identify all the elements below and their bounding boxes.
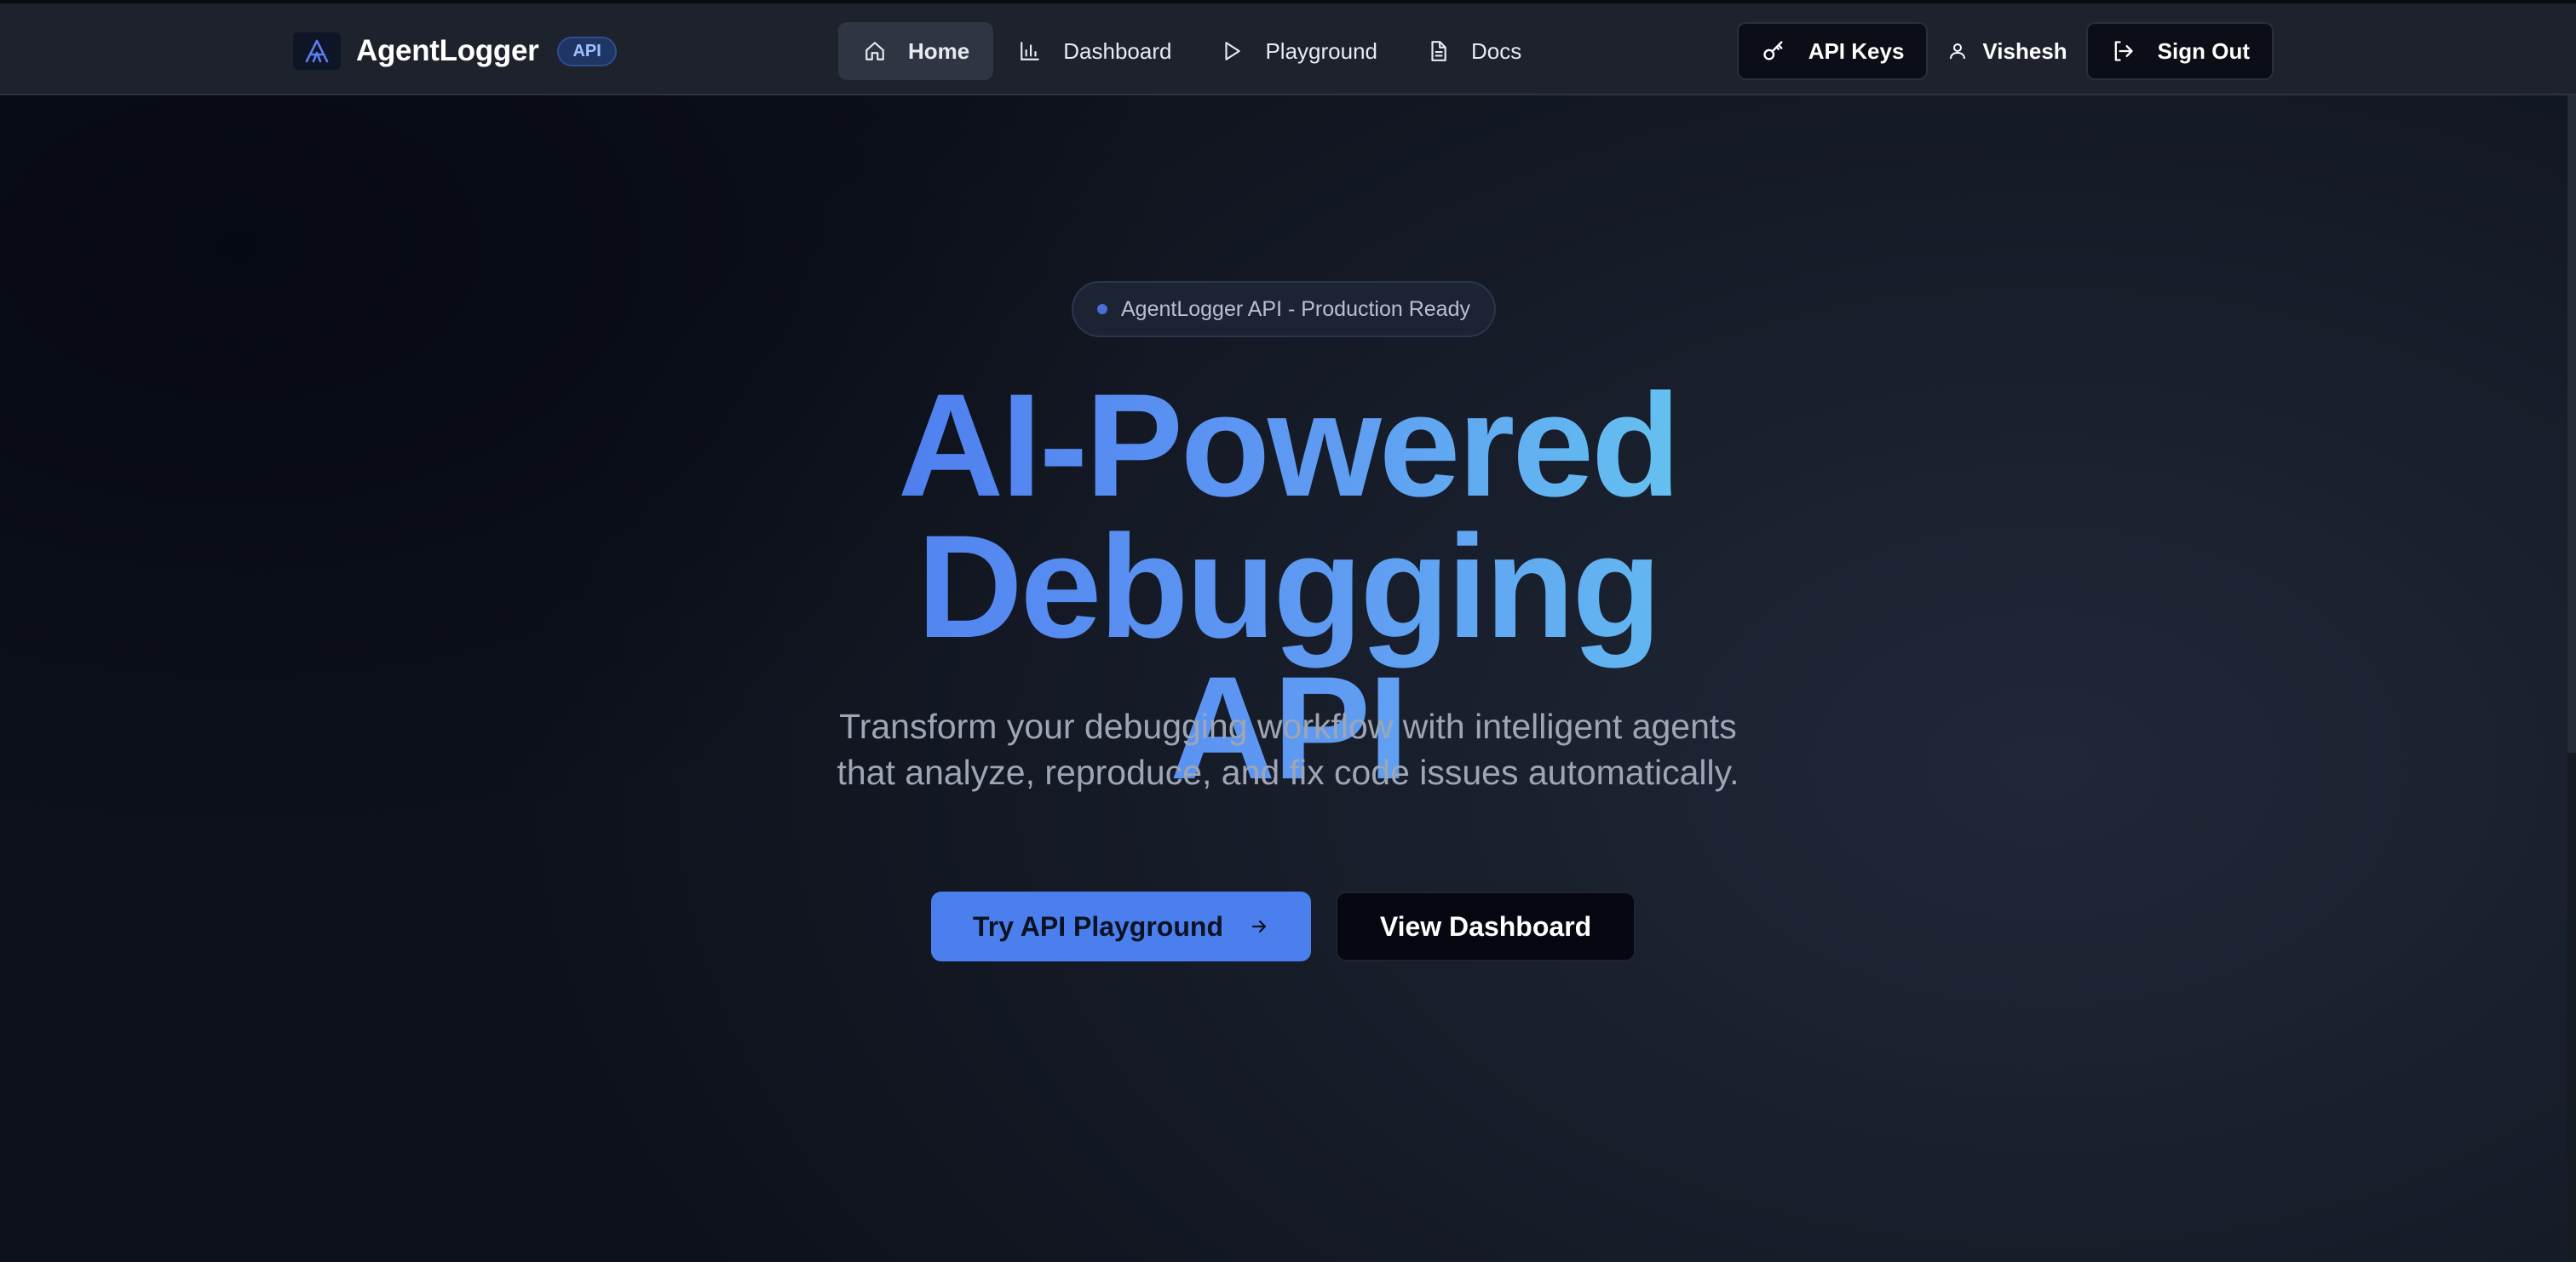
nav-item-dashboard[interactable]: Dashboard — [993, 22, 1195, 80]
main-nav: Home Dashboard Playground Docs — [838, 22, 1545, 80]
nav-label-docs: Docs — [1471, 37, 1522, 64]
view-dashboard-button[interactable]: View Dashboard — [1336, 892, 1636, 961]
nav-item-home[interactable]: Home — [838, 22, 994, 80]
status-pill-text: AgentLogger API - Production Ready — [1121, 296, 1470, 321]
try-playground-label: Try API Playground — [973, 910, 1223, 942]
play-icon — [1219, 38, 1245, 64]
app-page: AgentLogger API Home Dashboard Playgroun… — [0, 0, 2576, 1262]
brand-name: AgentLogger — [356, 34, 539, 67]
header-actions: API Keys Vishesh Sign Out — [1736, 22, 2274, 80]
view-dashboard-label: View Dashboard — [1379, 910, 1592, 942]
hero-subtitle-line1: Transform your debugging workflow with i… — [839, 707, 1737, 746]
user-icon — [1946, 40, 1969, 62]
sign-out-button[interactable]: Sign Out — [2085, 22, 2274, 80]
hero-subtitle: Transform your debugging workflow with i… — [0, 703, 2576, 795]
nav-item-docs[interactable]: Docs — [1401, 22, 1545, 80]
sign-out-label: Sign Out — [2157, 37, 2250, 64]
nav-label-playground: Playground — [1265, 37, 1377, 64]
bar-chart-icon — [1017, 38, 1043, 64]
try-playground-button[interactable]: Try API Playground — [931, 892, 1311, 961]
scrollbar-thumb[interactable] — [2567, 95, 2576, 753]
hero-headline-line1: AI-Powered — [897, 364, 1681, 527]
brand[interactable]: AgentLogger API — [293, 27, 617, 75]
home-icon — [862, 38, 888, 64]
user-name: Vishesh — [1982, 37, 2067, 64]
hero-subtitle-line2: that analyze, reproduce, and fix code is… — [837, 753, 1739, 792]
arrow-right-icon — [1249, 916, 1269, 937]
key-icon — [1761, 38, 1786, 64]
api-keys-label: API Keys — [1808, 37, 1905, 64]
logout-icon — [2110, 38, 2136, 64]
nav-label-home: Home — [908, 37, 970, 64]
api-keys-button[interactable]: API Keys — [1736, 22, 1929, 80]
status-pill: AgentLogger API - Production Ready — [1072, 281, 1496, 337]
status-dot-icon — [1097, 304, 1107, 314]
nav-label-dashboard: Dashboard — [1063, 37, 1172, 64]
document-icon — [1425, 38, 1451, 64]
logo-icon — [293, 32, 341, 70]
top-navbar: AgentLogger API Home Dashboard Playgroun… — [0, 0, 2576, 95]
user-menu[interactable]: Vishesh — [1928, 22, 2085, 80]
api-badge: API — [557, 36, 617, 66]
nav-item-playground[interactable]: Playground — [1195, 22, 1401, 80]
